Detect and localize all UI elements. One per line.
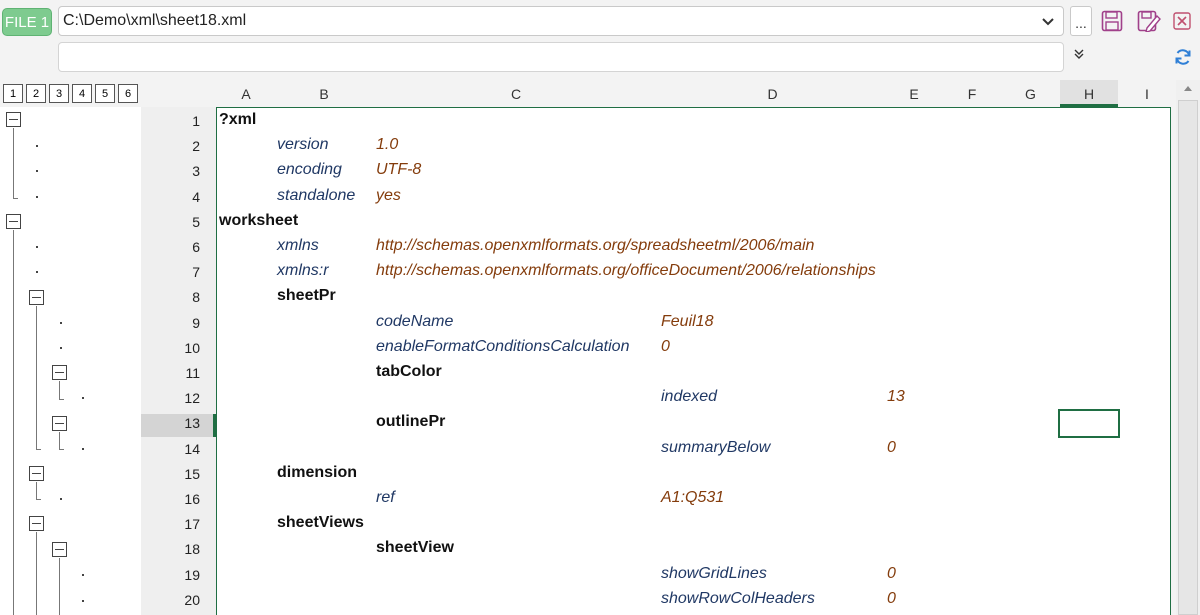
collapse-row-5-icon[interactable] — [6, 214, 21, 229]
tree-line — [59, 558, 60, 615]
collapse-row-18-icon[interactable] — [52, 542, 67, 557]
column-header-f[interactable]: F — [943, 86, 1001, 102]
row-numbers: 1 2 3 4 5 6 7 8 9 10 11 12 13 14 15 16 17 18 19 20 — [141, 107, 216, 615]
tree-line — [13, 128, 14, 198]
tree-leaf-dot — [82, 448, 84, 450]
row-number[interactable]: 6 — [192, 239, 200, 255]
close-icon[interactable] — [1173, 12, 1191, 30]
collapse-row-1-icon[interactable] — [6, 112, 21, 127]
tree-line — [36, 449, 41, 450]
tree-line — [36, 482, 37, 500]
scrollbar-thumb[interactable] — [1178, 100, 1198, 615]
tree-leaf-dot — [60, 498, 62, 500]
row-number[interactable]: 7 — [192, 264, 200, 280]
row-number[interactable]: 16 — [184, 491, 200, 507]
row-number[interactable]: 13 — [184, 415, 200, 431]
tree-line — [13, 198, 18, 199]
tree-line — [59, 432, 60, 450]
column-header-d[interactable]: D — [660, 86, 885, 102]
selected-cell-h13[interactable] — [1058, 409, 1120, 438]
save-icon[interactable] — [1101, 10, 1123, 32]
row-number[interactable]: 10 — [184, 340, 200, 356]
collapse-row-8-icon[interactable] — [29, 290, 44, 305]
scroll-up-arrow-icon[interactable] — [1183, 84, 1193, 94]
level-5-button[interactable]: 5 — [95, 84, 115, 103]
refresh-icon[interactable] — [1173, 47, 1193, 67]
tree-line — [59, 449, 64, 450]
outline-tree-panel — [0, 107, 142, 615]
tree-leaf-dot — [82, 600, 84, 602]
collapse-row-15-icon[interactable] — [29, 466, 44, 481]
spreadsheet-grid[interactable] — [216, 107, 1171, 615]
row-number[interactable]: 19 — [184, 567, 200, 583]
level-3-button[interactable]: 3 — [49, 84, 69, 103]
collapse-row-13-icon[interactable] — [52, 416, 67, 431]
column-header-e[interactable]: E — [885, 86, 943, 102]
file-path-text: C:\Demo\xml\sheet18.xml — [63, 12, 247, 29]
column-header-c[interactable]: C — [372, 86, 660, 102]
tree-line — [36, 499, 41, 500]
row-number[interactable]: 11 — [185, 365, 200, 381]
tree-line — [13, 230, 14, 615]
row-number[interactable]: 14 — [184, 441, 200, 457]
row-number[interactable]: 3 — [192, 163, 200, 179]
row-number[interactable]: 9 — [192, 315, 200, 331]
collapse-row-11-icon[interactable] — [52, 365, 67, 380]
tree-leaf-dot — [82, 574, 84, 576]
column-header-i[interactable]: I — [1118, 86, 1176, 102]
level-2-button[interactable]: 2 — [26, 84, 46, 103]
row-number[interactable]: 5 — [192, 214, 200, 230]
tree-line — [59, 381, 60, 400]
row-number[interactable]: 15 — [184, 466, 200, 482]
row-number[interactable]: 17 — [184, 516, 200, 532]
expand-icon[interactable] — [1074, 48, 1084, 63]
secondary-input[interactable] — [58, 42, 1064, 72]
row-number[interactable]: 12 — [184, 390, 200, 406]
tree-line — [36, 532, 37, 615]
browse-button[interactable]: ... — [1070, 6, 1092, 36]
row-number[interactable]: 1 — [192, 113, 200, 129]
column-header-a[interactable]: A — [216, 86, 276, 102]
row-number[interactable]: 20 — [184, 592, 200, 608]
column-header-g[interactable]: G — [1001, 86, 1060, 102]
row-number[interactable]: 18 — [184, 541, 200, 557]
column-header-h[interactable]: H — [1060, 86, 1118, 102]
tree-leaf-dot — [36, 145, 38, 147]
chevron-down-icon[interactable] — [1041, 11, 1055, 38]
tree-leaf-dot — [60, 322, 62, 324]
row-number[interactable]: 8 — [192, 289, 200, 305]
file-path-combobox[interactable]: C:\Demo\xml\sheet18.xml — [58, 6, 1064, 36]
file-badge[interactable]: FILE 1 — [2, 8, 52, 36]
tree-line — [59, 399, 64, 400]
level-1-button[interactable]: 1 — [3, 84, 23, 103]
tree-leaf-dot — [36, 271, 38, 273]
row-number[interactable]: 2 — [192, 138, 200, 154]
tree-leaf-dot — [36, 246, 38, 248]
tree-leaf-dot — [36, 196, 38, 198]
tree-leaf-dot — [60, 347, 62, 349]
level-4-button[interactable]: 4 — [72, 84, 92, 103]
column-header-b[interactable]: B — [276, 86, 372, 102]
tree-line — [36, 306, 37, 449]
tree-leaf-dot — [82, 397, 84, 399]
collapse-row-17-icon[interactable] — [29, 516, 44, 531]
save-as-icon[interactable] — [1137, 10, 1161, 33]
level-6-button[interactable]: 6 — [118, 84, 138, 103]
row-number[interactable]: 4 — [192, 189, 200, 205]
tree-leaf-dot — [36, 170, 38, 172]
